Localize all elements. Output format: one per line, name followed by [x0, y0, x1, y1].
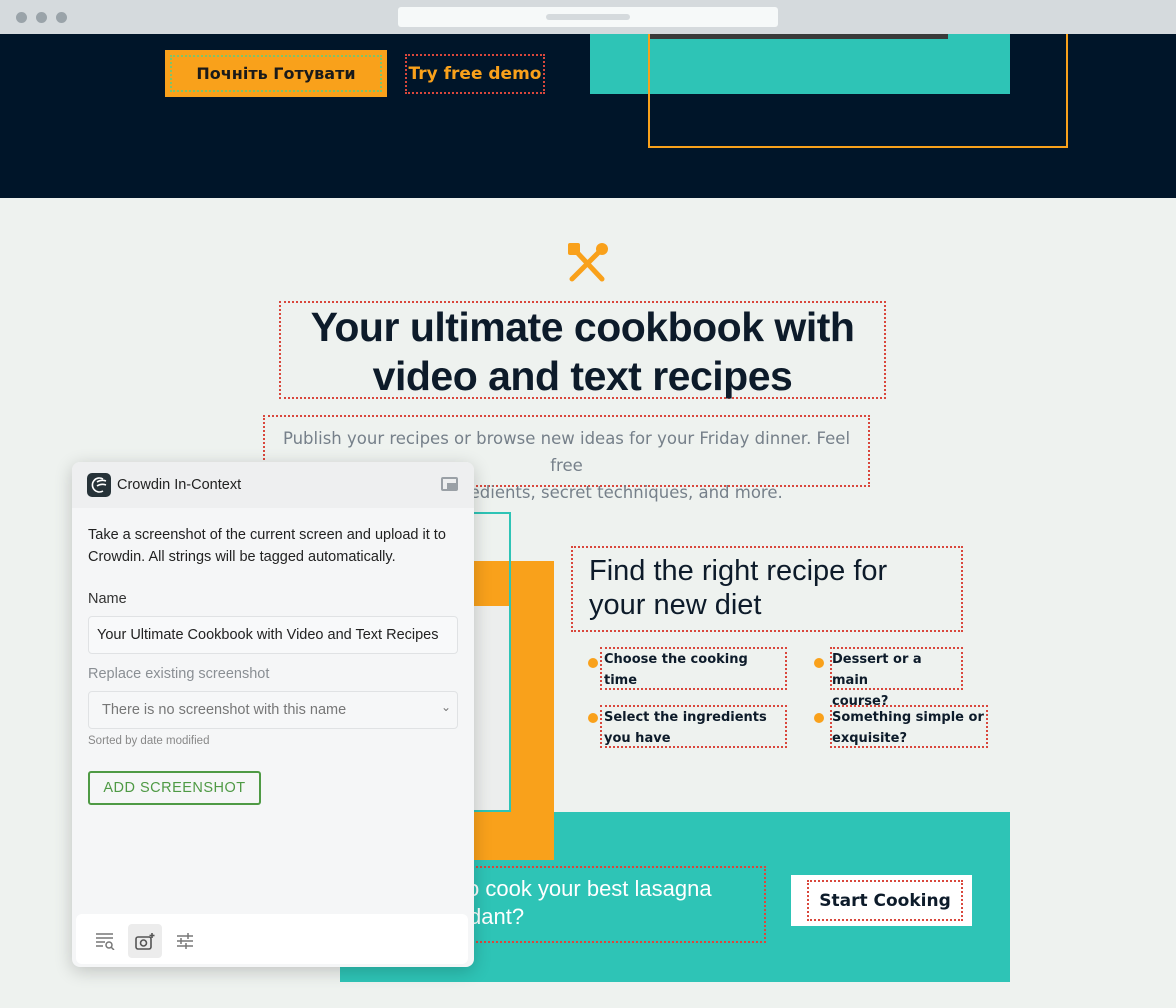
start-cooking-button[interactable]: Start Cooking [791, 875, 972, 926]
intro-title: Your ultimate cookbook with video and te… [279, 301, 886, 399]
address-bar[interactable] [398, 7, 778, 27]
feature-text: Choose the cooking time [600, 647, 787, 690]
search-strings-icon[interactable] [88, 924, 122, 958]
panel-header: Crowdin In-Context [72, 462, 474, 508]
features-title-line2: your new diet [589, 589, 762, 621]
screenshot-tab-icon[interactable] [128, 924, 162, 958]
intro-title-line2: video and text recipes [372, 353, 793, 399]
feature-text: Dessert or a main course? [830, 647, 963, 709]
feature-line: Dessert or a main [832, 652, 922, 688]
bullet-icon [814, 713, 824, 723]
features-title-line1: Find the right recipe for [589, 555, 888, 587]
hero-button-label: Почніть Готувати [170, 55, 382, 92]
feature-line: Choose the cooking time [604, 652, 748, 688]
bullet-icon [814, 658, 824, 668]
utensils-icon [566, 241, 610, 285]
name-input[interactable] [88, 616, 458, 654]
crowdin-logo-icon [87, 473, 111, 497]
browser-toolbar [0, 0, 1176, 34]
feature-line: you have [604, 731, 671, 746]
cta-line2: dant? [469, 904, 525, 929]
panel-bottom-toolbar [76, 914, 468, 964]
intro-title-line1: Your ultimate cookbook with [310, 304, 855, 350]
cta-line1: o cook your best lasagna [467, 876, 712, 901]
panel-description: Take a screenshot of the current screen … [88, 527, 446, 565]
window-minimize-dot[interactable] [36, 12, 47, 23]
address-placeholder [546, 14, 630, 20]
bullet-icon [588, 713, 598, 723]
feature-text: Something simple or exquisite? [830, 705, 988, 748]
feature-line: Something simple or [832, 710, 984, 725]
hero-orange-frame [648, 34, 1068, 148]
replace-select-value: There is no screenshot with this name [102, 702, 347, 718]
bullet-icon [588, 658, 598, 668]
start-cooking-label: Start Cooking [807, 880, 963, 921]
feature-line: Select the ingredients [604, 710, 767, 725]
window-maximize-dot[interactable] [56, 12, 67, 23]
add-screenshot-button[interactable]: ADD SCREENSHOT [88, 771, 261, 805]
settings-sliders-icon[interactable] [168, 924, 202, 958]
start-cooking-hero-button[interactable]: Почніть Готувати [165, 50, 387, 97]
crowdin-panel: Crowdin In-Context Take a screenshot of … [72, 462, 474, 967]
window-close-dot[interactable] [16, 12, 27, 23]
name-label: Name [88, 591, 127, 607]
sort-hint: Sorted by date modified [88, 735, 210, 747]
chevron-down-icon: ⌄ [440, 700, 451, 714]
feature-line: exquisite? [832, 731, 907, 746]
hero-section: Почніть Готувати Try free demo [0, 34, 1176, 198]
replace-select[interactable]: There is no screenshot with this name ⌄ [88, 691, 458, 729]
picture-in-picture-icon[interactable] [441, 477, 458, 491]
features-title: Find the right recipe for your new diet [571, 546, 963, 632]
try-demo-button[interactable]: Try free demo [405, 54, 545, 94]
panel-title: Crowdin In-Context [117, 477, 242, 493]
feature-text: Select the ingredients you have [600, 705, 787, 748]
replace-label: Replace existing screenshot [88, 666, 270, 682]
